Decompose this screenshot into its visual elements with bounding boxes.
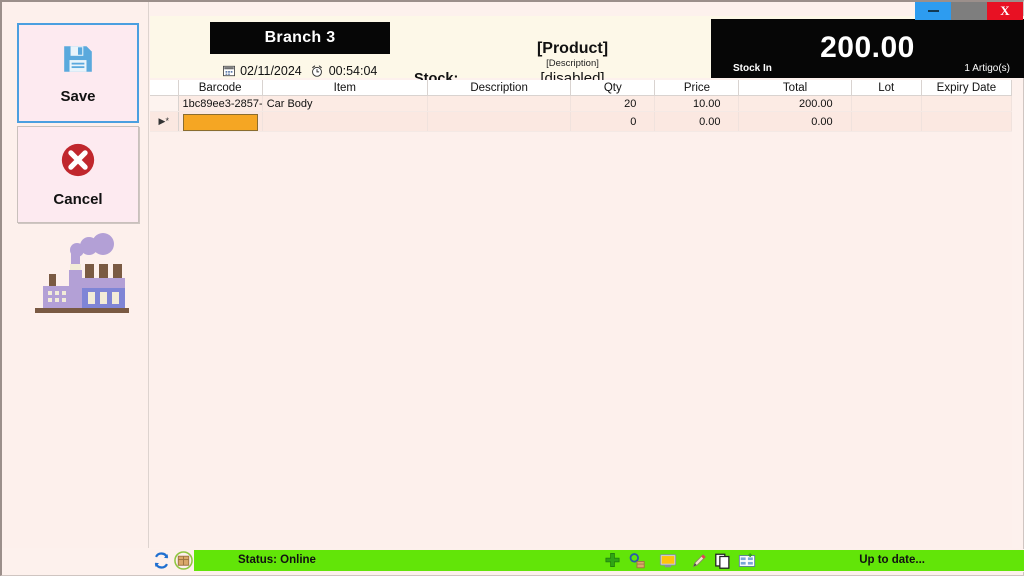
cell-item[interactable]: Car Body xyxy=(262,95,428,112)
column-header-description[interactable]: Description xyxy=(427,80,572,96)
column-header-price[interactable]: Price xyxy=(654,80,740,96)
new-row-indicator[interactable]: ▶* xyxy=(150,111,179,132)
items-table: Barcode Item Description Qty Price Total… xyxy=(150,80,1013,132)
alarm-clock-icon xyxy=(308,65,327,80)
cell-qty[interactable]: 20 xyxy=(570,95,656,112)
status-bar-spacer xyxy=(500,550,601,571)
monitor-icon[interactable] xyxy=(655,550,680,571)
column-header-qty[interactable]: Qty xyxy=(570,80,656,96)
pencil-icon[interactable] xyxy=(686,550,711,571)
plus-icon[interactable] xyxy=(600,550,625,571)
cell-description[interactable] xyxy=(427,95,572,112)
cell-expiry-date[interactable] xyxy=(921,95,1013,112)
factory-icon xyxy=(25,230,133,318)
floppy-disk-icon xyxy=(61,42,95,81)
cell-total-new[interactable]: 0.00 xyxy=(738,111,852,132)
barcode-input[interactable] xyxy=(182,113,258,131)
header-panel: Branch 3 02/11/2024 00:54:04 Stock: [Pro… xyxy=(150,16,1024,87)
cancel-button[interactable]: Cancel xyxy=(17,126,139,223)
cell-price[interactable]: 10.00 xyxy=(654,95,740,112)
sidebar: Save Cancel xyxy=(2,2,149,548)
cell-barcode-editor[interactable] xyxy=(178,111,263,132)
cancel-button-label: Cancel xyxy=(53,191,103,208)
application-window: X Save Cancel Branch 3 02/11/2024 00:54:… xyxy=(0,0,1024,576)
package-icon[interactable] xyxy=(172,550,194,571)
column-header-expiry-date[interactable]: Expiry Date xyxy=(921,80,1013,96)
column-header-item[interactable]: Item xyxy=(262,80,428,96)
cell-barcode[interactable]: 1bc89ee3-2857-42... xyxy=(178,95,263,112)
cell-lot[interactable] xyxy=(851,95,922,112)
copy-icon[interactable] xyxy=(710,550,735,571)
time-value: 00:54:04 xyxy=(328,64,378,78)
window-controls: X xyxy=(915,2,1023,20)
cancel-circle-icon xyxy=(59,141,97,184)
total-panel: 200.00 Stock In 1 Artigo(s) xyxy=(711,19,1024,78)
cell-price-new[interactable]: 0.00 xyxy=(654,111,740,132)
report-icon[interactable] xyxy=(734,550,759,571)
cell-lot-new[interactable] xyxy=(851,111,922,132)
status-bar: Status: Online Up to date... xyxy=(150,549,1024,572)
row-indicator[interactable] xyxy=(150,95,179,112)
search-package-icon[interactable] xyxy=(624,550,649,571)
close-button[interactable]: X xyxy=(987,2,1023,20)
minimize-icon xyxy=(927,10,939,12)
cell-expiry-date-new[interactable] xyxy=(921,111,1013,132)
table-header-row: Barcode Item Description Qty Price Total… xyxy=(150,80,1013,96)
refresh-icon[interactable] xyxy=(150,550,172,571)
sync-status-text: Up to date... xyxy=(758,550,1024,571)
branch-display: Branch 3 xyxy=(210,22,390,54)
table-row[interactable]: 1bc89ee3-2857-42... Car Body 20 10.00 20… xyxy=(150,95,1013,112)
status-text: Status: Online xyxy=(194,550,500,571)
cell-qty-new[interactable]: 0 xyxy=(570,111,656,132)
minimize-button[interactable] xyxy=(915,2,951,20)
total-amount: 200.00 xyxy=(820,31,915,64)
date-value: 02/11/2024 xyxy=(240,64,302,78)
datetime-display: 02/11/2024 00:54:04 xyxy=(210,64,390,80)
product-name: [Product] xyxy=(536,40,609,57)
maximize-button[interactable] xyxy=(951,2,987,20)
save-button[interactable]: Save xyxy=(17,23,139,123)
calendar-icon xyxy=(222,65,238,80)
save-button-label: Save xyxy=(60,87,96,105)
table-row-new[interactable]: ▶* 0 0.00 0.00 xyxy=(150,111,1013,132)
product-description: [Description] xyxy=(546,58,599,69)
cell-description-new[interactable] xyxy=(427,111,572,132)
cell-total[interactable]: 200.00 xyxy=(738,95,852,112)
column-header-barcode[interactable]: Barcode xyxy=(178,80,263,96)
column-header-lot[interactable]: Lot xyxy=(851,80,922,96)
cell-item-new[interactable] xyxy=(262,111,428,132)
column-header-index[interactable] xyxy=(150,80,179,96)
total-caption-left: Stock In xyxy=(733,63,772,74)
total-caption-right: 1 Artigo(s) xyxy=(964,63,1010,74)
column-header-total[interactable]: Total xyxy=(738,80,852,96)
items-grid[interactable]: Barcode Item Description Qty Price Total… xyxy=(150,80,1013,548)
